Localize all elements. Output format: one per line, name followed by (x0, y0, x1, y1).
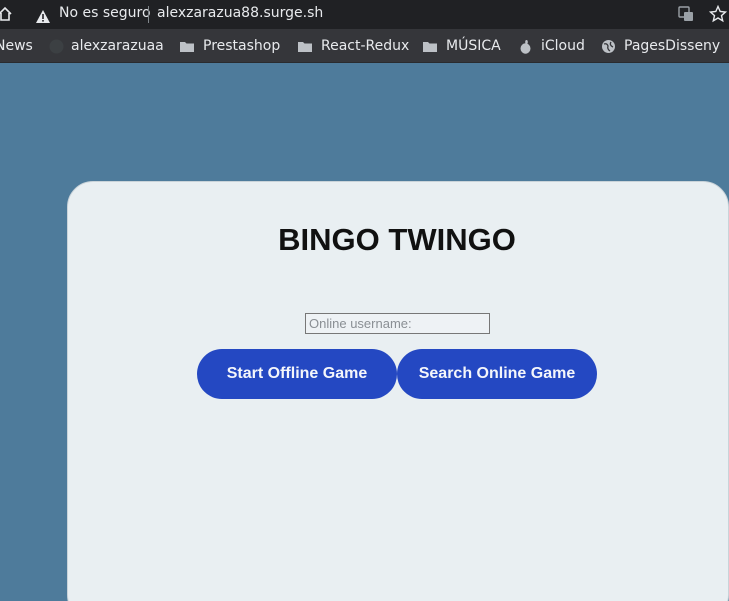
bookmark-prestashop[interactable]: Prestashop (203, 38, 280, 54)
bookmarks-bar: News alexzarazuaa Prestashop React-Redux… (0, 29, 729, 63)
home-icon[interactable] (0, 6, 12, 22)
security-status[interactable]: No es seguro (59, 5, 151, 21)
bookmark-pagesdisseny[interactable]: PagesDisseny (624, 38, 720, 54)
github-icon (49, 39, 64, 54)
bookmark-alexzarazuaa[interactable]: alexzarazuaa (71, 38, 164, 54)
bookmark-musica[interactable]: MÚSICA (446, 38, 501, 54)
folder-icon (298, 39, 312, 53)
globe-icon (601, 39, 615, 53)
bookmark-star-icon[interactable] (708, 4, 728, 23)
start-offline-game-button[interactable]: Start Offline Game (197, 349, 397, 399)
folder-icon (180, 39, 194, 53)
url-separator (148, 6, 149, 23)
page-title: BINGO TWINGO (278, 222, 516, 257)
folder-icon (423, 39, 437, 53)
search-online-game-button[interactable]: Search Online Game (397, 349, 597, 399)
warning-icon[interactable] (36, 8, 50, 23)
apple-icon (519, 39, 533, 54)
bookmark-react-redux[interactable]: React-Redux (321, 38, 409, 54)
username-input[interactable] (305, 313, 490, 334)
bookmark-icloud[interactable]: iCloud (541, 38, 585, 54)
translate-icon[interactable] (678, 6, 694, 22)
url-text[interactable]: alexzarazua88.surge.sh (157, 5, 323, 21)
bookmark-news[interactable]: News (0, 38, 33, 54)
browser-toolbar: No es seguro alexzarazua88.surge.sh (0, 0, 729, 29)
